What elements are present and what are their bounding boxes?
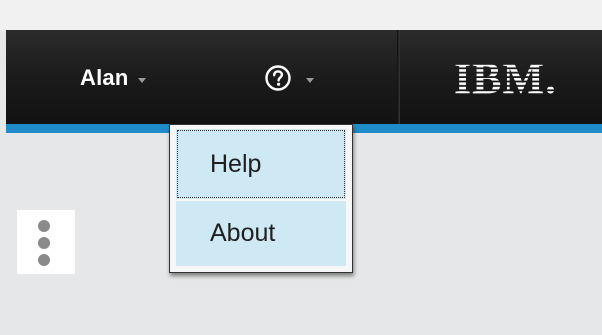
header-divider: [397, 30, 400, 124]
user-name: Alan: [80, 65, 129, 90]
vertical-ellipsis-icon: [38, 254, 50, 266]
menu-item-about[interactable]: About: [176, 201, 346, 266]
question-circle-icon: [264, 64, 292, 92]
chevron-down-icon: [306, 77, 314, 83]
help-dropdown-menu: Help About: [169, 124, 353, 273]
top-strip: [0, 0, 602, 30]
chevron-down-icon: [138, 77, 147, 83]
menu-item-label: Help: [210, 149, 262, 178]
page: Alan IBM. Help About: [0, 0, 602, 335]
vertical-ellipsis-menu-button[interactable]: [17, 210, 75, 274]
help-menu-button[interactable]: [264, 58, 314, 98]
ibm-logo: IBM.: [452, 56, 562, 100]
menu-item-label: About: [210, 219, 276, 247]
user-menu-button[interactable]: Alan: [80, 58, 147, 98]
menu-item-help[interactable]: Help: [176, 129, 346, 199]
ibm-logo-text: IBM.: [454, 56, 557, 100]
vertical-ellipsis-icon: [38, 220, 50, 232]
vertical-ellipsis-icon: [38, 237, 50, 249]
